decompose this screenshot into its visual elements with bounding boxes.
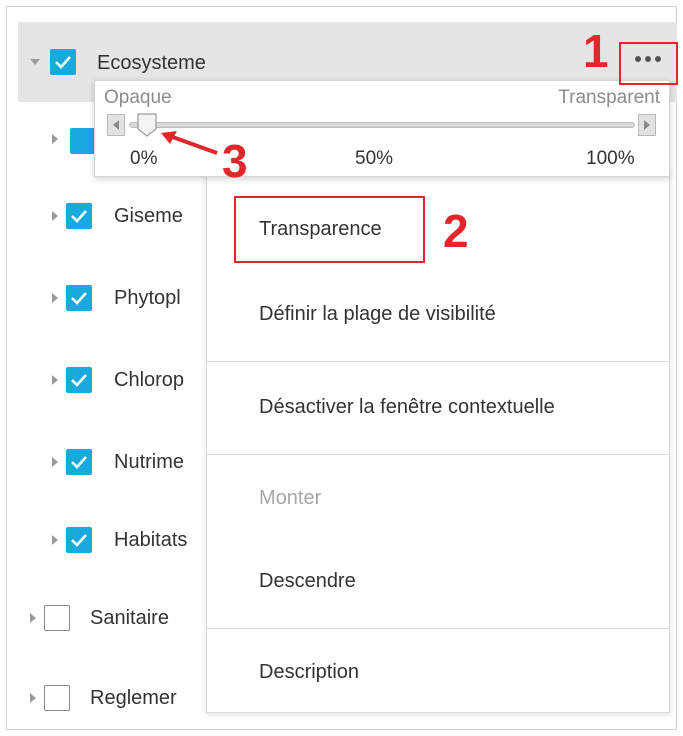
collapse-caret-icon[interactable] — [30, 59, 40, 65]
layer-row-child[interactable]: Phytopl — [52, 278, 212, 318]
layer-checkbox[interactable] — [66, 527, 92, 553]
layer-label: Habitats — [114, 528, 188, 551]
layer-row-child[interactable]: Habitats — [52, 520, 212, 560]
layer-checkbox[interactable] — [66, 285, 92, 311]
annotation-box-1 — [619, 42, 678, 85]
slider-decrement-button[interactable] — [107, 114, 125, 136]
layer-row-child[interactable]: Nutrime — [52, 442, 212, 482]
menu-item-visibility-range[interactable]: Définir la plage de visibilité — [207, 303, 669, 326]
layer-checkbox[interactable] — [66, 203, 92, 229]
menu-item-label: Monter — [259, 487, 322, 509]
layer-checkbox[interactable] — [66, 367, 92, 393]
menu-item-move-up: Monter — [207, 487, 669, 510]
arrow-right-icon — [644, 120, 650, 130]
layer-row-child[interactable]: Giseme — [52, 196, 212, 236]
layer-label: Chlorop — [114, 368, 185, 391]
layer-checkbox-ecosysteme[interactable] — [50, 49, 76, 75]
menu-divider — [207, 361, 669, 362]
menu-item-label: Descendre — [259, 570, 356, 592]
annotation-arrow — [161, 131, 218, 155]
annotation-number-1: 1 — [583, 25, 609, 77]
checkmark-icon — [71, 210, 87, 223]
layer-label-ecosysteme: Ecosysteme — [97, 52, 206, 74]
expand-caret-icon[interactable] — [52, 293, 58, 303]
arrow-left-icon — [113, 120, 119, 130]
layer-label: Sanitaire — [90, 606, 169, 629]
menu-divider — [207, 628, 669, 629]
tick-label-100: 100% — [586, 148, 635, 169]
annotation-number-2: 2 — [443, 205, 469, 257]
opaque-label: Opaque — [104, 87, 172, 108]
menu-item-disable-popup[interactable]: Désactiver la fenêtre contextuelle — [207, 396, 669, 419]
annotation-number-3: 3 — [222, 135, 248, 187]
layer-label: Giseme — [114, 204, 183, 227]
expand-caret-icon[interactable] — [30, 613, 36, 623]
checkmark-icon — [71, 292, 87, 305]
layer-label: Phytopl — [114, 286, 181, 309]
checkmark-icon — [71, 534, 87, 547]
menu-item-label: Désactiver la fenêtre contextuelle — [259, 396, 555, 418]
tick-label-50: 50% — [355, 148, 394, 169]
menu-item-move-down[interactable]: Descendre — [207, 570, 669, 593]
layer-label: Reglemer — [90, 686, 177, 709]
layer-row-sibling[interactable]: Reglemer — [30, 678, 206, 718]
layer-checkbox[interactable] — [66, 449, 92, 475]
checkmark-icon — [71, 374, 87, 387]
layer-label: Nutrime — [114, 450, 185, 473]
tick-label-0: 0% — [130, 148, 158, 169]
layer-row-child[interactable]: Chlorop — [52, 360, 212, 400]
menu-divider — [207, 454, 669, 455]
expand-caret-icon[interactable] — [52, 134, 58, 144]
expand-caret-icon[interactable] — [30, 693, 36, 703]
expand-caret-icon[interactable] — [52, 375, 58, 385]
annotation-box-2 — [234, 196, 425, 263]
slider-increment-button[interactable] — [638, 114, 656, 136]
expand-caret-icon[interactable] — [52, 535, 58, 545]
expand-caret-icon[interactable] — [52, 211, 58, 221]
layer-checkbox[interactable] — [44, 605, 70, 631]
layer-checkbox[interactable] — [70, 128, 96, 154]
transparency-slider-thumb[interactable] — [137, 113, 157, 137]
transparent-label: Transparent — [558, 87, 660, 108]
menu-item-label: Description — [259, 661, 360, 683]
checkmark-icon — [71, 456, 87, 469]
menu-item-description[interactable]: Description — [207, 661, 669, 684]
checkmark-icon — [55, 56, 71, 69]
layer-row-sibling[interactable]: Sanitaire — [30, 598, 206, 638]
menu-item-label: Définir la plage de visibilité — [259, 303, 496, 325]
expand-caret-icon[interactable] — [52, 457, 58, 467]
layer-checkbox[interactable] — [44, 685, 70, 711]
